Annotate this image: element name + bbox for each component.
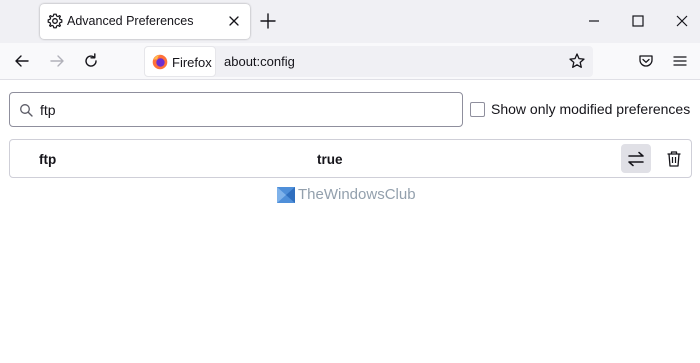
firefox-logo-icon	[152, 54, 168, 70]
search-icon	[19, 103, 33, 117]
forward-arrow-icon[interactable]	[48, 52, 66, 70]
trash-icon	[667, 151, 681, 167]
watermark-logo-icon	[276, 186, 296, 204]
navigation-toolbar: Firefox about:config	[0, 43, 700, 80]
preference-value: true	[317, 152, 343, 167]
search-input[interactable]	[40, 100, 440, 120]
preference-search-box[interactable]	[9, 92, 463, 127]
watermark-text: TheWindowsClub	[298, 186, 416, 203]
toggle-arrows-icon	[628, 151, 644, 167]
tab-advanced-preferences[interactable]: Advanced Preferences	[40, 4, 250, 39]
close-window-icon[interactable]	[673, 12, 691, 30]
reload-icon[interactable]	[82, 52, 100, 70]
pocket-icon[interactable]	[637, 52, 655, 70]
show-modified-checkbox[interactable]	[470, 102, 485, 117]
menu-hamburger-icon[interactable]	[671, 52, 689, 70]
show-modified-label[interactable]: Show only modified preferences	[491, 101, 690, 117]
maximize-icon[interactable]	[629, 12, 647, 30]
preference-row: ftp true	[9, 139, 692, 178]
identity-label: Firefox	[172, 55, 212, 70]
gear-icon	[47, 13, 63, 29]
close-tab-icon[interactable]	[226, 13, 242, 29]
toggle-button[interactable]	[621, 144, 651, 173]
watermark: TheWindowsClub	[276, 184, 426, 206]
tab-title: Advanced Preferences	[67, 14, 194, 28]
url-text[interactable]: about:config	[224, 54, 295, 69]
tab-strip: Advanced Preferences	[0, 0, 700, 43]
new-tab-icon[interactable]	[259, 12, 277, 30]
url-bar[interactable]: Firefox about:config	[144, 46, 593, 77]
delete-button[interactable]	[662, 144, 686, 173]
browser-window: Advanced Preferences Firefox about:confi…	[0, 0, 700, 363]
back-arrow-icon[interactable]	[13, 52, 31, 70]
identity-box[interactable]: Firefox	[144, 46, 216, 77]
bookmark-star-icon[interactable]	[568, 52, 586, 70]
preference-name: ftp	[39, 152, 57, 167]
minimize-icon[interactable]	[585, 12, 603, 30]
